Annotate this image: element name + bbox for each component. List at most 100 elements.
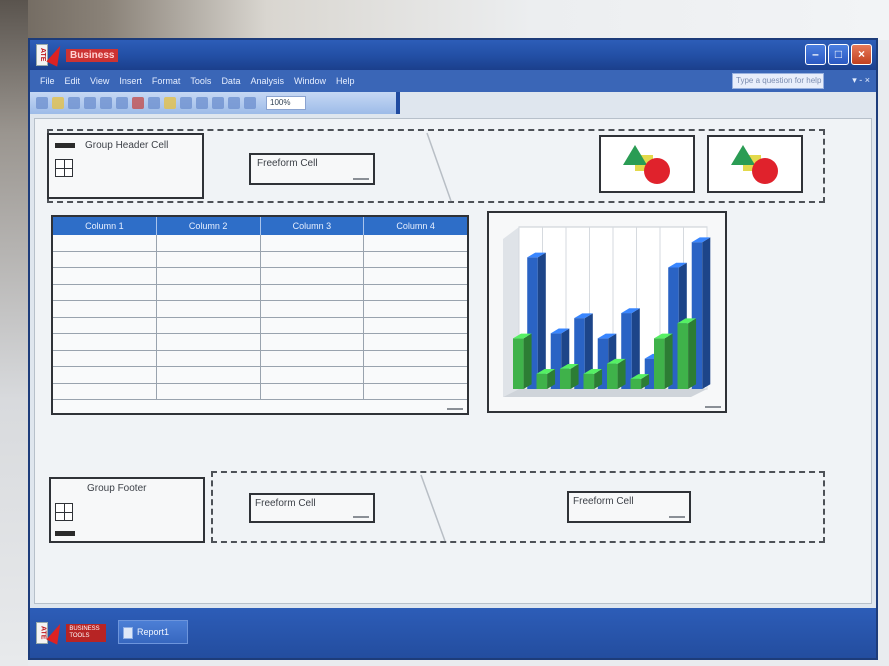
chart-cell[interactable] xyxy=(487,211,727,413)
group-footer-cell[interactable]: Group Footer xyxy=(49,477,205,543)
shape-image-cell-2[interactable] xyxy=(707,135,803,193)
bar-series2-7[interactable] xyxy=(654,333,673,389)
table-cell[interactable] xyxy=(157,367,261,383)
data-grid-cell[interactable]: Column 1 Column 2 Column 3 Column 4 xyxy=(51,215,469,415)
link-icon[interactable] xyxy=(228,97,240,109)
grid-icon xyxy=(55,503,73,521)
table-cell[interactable] xyxy=(261,284,365,300)
table-cell[interactable] xyxy=(157,301,261,317)
table-cell[interactable] xyxy=(53,317,157,333)
table-cell[interactable] xyxy=(157,251,261,267)
menu-window[interactable]: Window xyxy=(294,76,326,86)
table-cell[interactable] xyxy=(261,235,365,251)
table-cell[interactable] xyxy=(53,383,157,399)
title-bar[interactable]: ATE Business – □ × xyxy=(30,40,876,70)
table-cell[interactable] xyxy=(261,317,365,333)
column-header-1[interactable]: Column 1 xyxy=(53,217,157,235)
table-cell[interactable] xyxy=(157,284,261,300)
table-cell[interactable] xyxy=(53,367,157,383)
table-cell[interactable] xyxy=(261,334,365,350)
table-cell[interactable] xyxy=(364,384,467,400)
table-cell[interactable] xyxy=(53,334,157,350)
footer-freeform-cell-left[interactable]: Freeform Cell xyxy=(249,493,375,523)
table-cell[interactable] xyxy=(364,301,467,317)
menu-insert[interactable]: Insert xyxy=(119,76,142,86)
close-icon[interactable]: × xyxy=(851,44,872,65)
menu-tools[interactable]: Tools xyxy=(190,76,211,86)
task-report1[interactable]: Report1 xyxy=(118,620,188,644)
refresh-icon[interactable] xyxy=(244,97,256,109)
table-cell[interactable] xyxy=(53,301,157,317)
menu-view[interactable]: View xyxy=(90,76,109,86)
open-icon[interactable] xyxy=(52,97,64,109)
bar-series2-8[interactable] xyxy=(677,318,697,389)
redo-icon[interactable] xyxy=(212,97,224,109)
maximize-icon[interactable]: □ xyxy=(828,44,849,65)
table-cell[interactable] xyxy=(53,251,157,267)
logo-mark: ATE xyxy=(36,622,49,644)
menu-window-controls[interactable]: ▾ - × xyxy=(852,75,870,86)
table-cell[interactable] xyxy=(157,268,261,284)
table-cell[interactable] xyxy=(53,268,157,284)
format-painter-icon[interactable] xyxy=(180,97,192,109)
cut-icon[interactable] xyxy=(132,97,144,109)
table-cell[interactable] xyxy=(53,350,157,366)
table-cell[interactable] xyxy=(157,235,261,251)
table-cell[interactable] xyxy=(157,317,261,333)
zoom-select[interactable]: 100% xyxy=(266,96,306,110)
bar-series2-3[interactable] xyxy=(560,363,579,389)
table-cell[interactable] xyxy=(157,350,261,366)
menu-format[interactable]: Format xyxy=(152,76,181,86)
table-cell[interactable] xyxy=(157,334,261,350)
menu-edit[interactable]: Edit xyxy=(65,76,81,86)
spell-icon[interactable] xyxy=(116,97,128,109)
cell-tag xyxy=(353,516,369,518)
paste-icon[interactable] xyxy=(164,97,176,109)
footer-freeform-cell-right[interactable]: Freeform Cell xyxy=(567,491,691,523)
column-header-4[interactable]: Column 4 xyxy=(364,217,467,235)
bar-series2-5[interactable] xyxy=(607,358,626,389)
minimize-icon[interactable]: – xyxy=(805,44,826,65)
menu-file[interactable]: File xyxy=(40,76,55,86)
table-cell[interactable] xyxy=(364,285,467,301)
report-design-canvas[interactable]: Group Header Cell Freeform Cell Column 1… xyxy=(34,118,872,604)
menu-data[interactable]: Data xyxy=(221,76,240,86)
table-cell[interactable] xyxy=(157,383,261,399)
table-cell[interactable] xyxy=(261,350,365,366)
table-cell[interactable] xyxy=(364,235,467,251)
help-search-input[interactable]: Type a question for help xyxy=(732,73,824,89)
header-freeform-cell[interactable]: Freeform Cell xyxy=(249,153,375,185)
table-cell[interactable] xyxy=(364,334,467,350)
table-cell[interactable] xyxy=(53,284,157,300)
new-icon[interactable] xyxy=(36,97,48,109)
column-header-2[interactable]: Column 2 xyxy=(157,217,261,235)
footer-marker-bar xyxy=(55,531,75,536)
copy-icon[interactable] xyxy=(148,97,160,109)
header-freeform-label: Freeform Cell xyxy=(257,158,318,169)
undo-icon[interactable] xyxy=(196,97,208,109)
table-cell[interactable] xyxy=(261,367,365,383)
bar-series2-3-front xyxy=(560,368,571,389)
photo-backdrop-top xyxy=(0,0,889,40)
shape-image-cell-1[interactable] xyxy=(599,135,695,193)
column-header-3[interactable]: Column 3 xyxy=(261,217,365,235)
table-cell[interactable] xyxy=(261,383,365,399)
group-header-cell[interactable]: Group Header Cell xyxy=(47,133,204,199)
table-cell[interactable] xyxy=(364,351,467,367)
preview-icon[interactable] xyxy=(100,97,112,109)
bar-series2-1[interactable] xyxy=(513,333,532,389)
table-cell[interactable] xyxy=(364,318,467,334)
save-icon[interactable] xyxy=(68,97,80,109)
print-icon[interactable] xyxy=(84,97,96,109)
table-cell[interactable] xyxy=(261,251,365,267)
table-cell[interactable] xyxy=(53,235,157,251)
bar-series2-1-front xyxy=(513,338,524,389)
table-cell[interactable] xyxy=(261,301,365,317)
bar-series2-4-front xyxy=(583,373,595,389)
menu-help[interactable]: Help xyxy=(336,76,355,86)
table-cell[interactable] xyxy=(364,252,467,268)
table-cell[interactable] xyxy=(261,268,365,284)
menu-analysis[interactable]: Analysis xyxy=(250,76,284,86)
table-cell[interactable] xyxy=(364,367,467,383)
table-cell[interactable] xyxy=(364,268,467,284)
